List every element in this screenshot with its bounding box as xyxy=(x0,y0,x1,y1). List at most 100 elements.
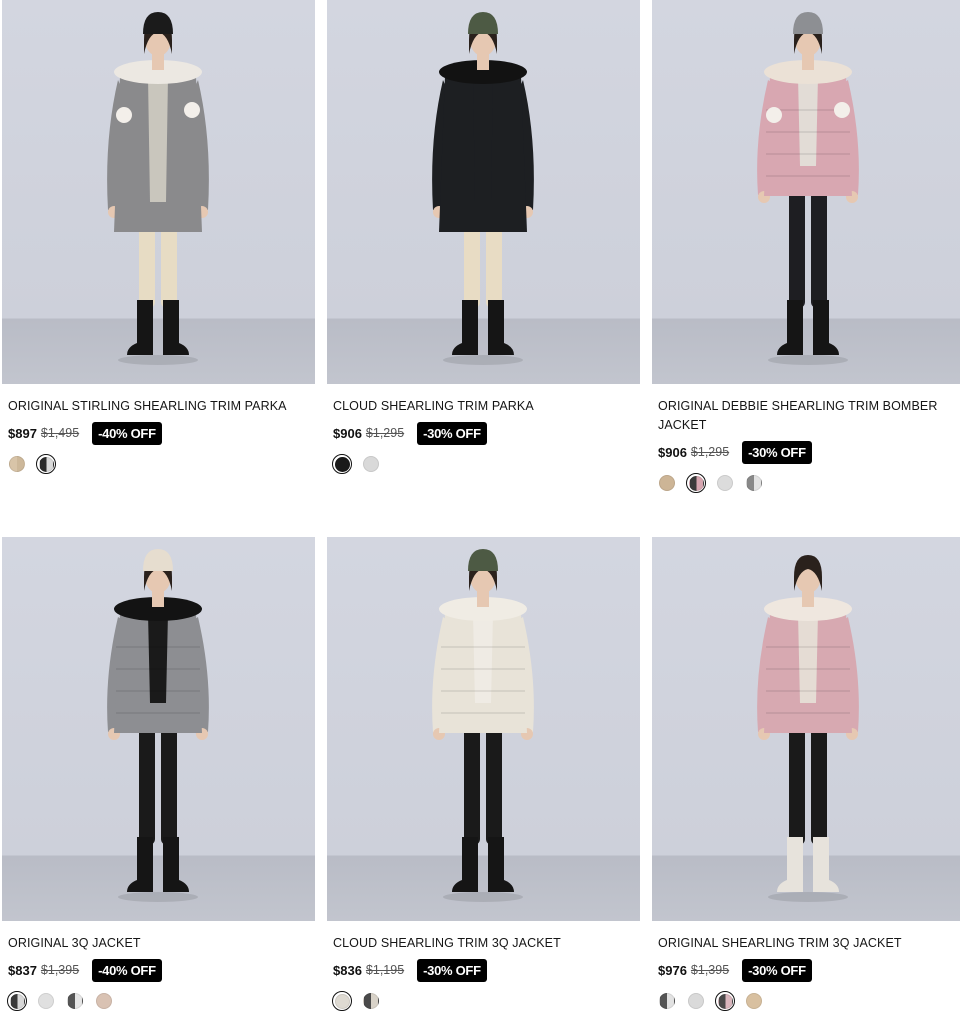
price-row: $837 $1,395 -40% OFF xyxy=(2,958,315,982)
swatch-color xyxy=(38,456,54,472)
swatch-color xyxy=(746,475,762,491)
product-name[interactable]: ORIGINAL STIRLING SHEARLING TRIM PARKA xyxy=(2,397,315,416)
right-boot xyxy=(488,837,514,892)
color-swatch[interactable] xyxy=(36,991,56,1011)
color-swatch[interactable] xyxy=(715,991,735,1011)
product-card[interactable]: CLOUD SHEARLING TRIM PARKA $906 $1,295 -… xyxy=(327,0,640,474)
left-leg xyxy=(789,186,805,308)
inner-layer xyxy=(798,613,818,703)
product-image[interactable] xyxy=(2,537,315,921)
swatch-color xyxy=(9,993,25,1009)
product-card[interactable]: CLOUD SHEARLING TRIM 3Q JACKET $836 $1,1… xyxy=(327,537,640,1011)
model-figure xyxy=(107,549,209,902)
sale-price: $837 xyxy=(8,962,37,978)
original-price: $1,395 xyxy=(690,963,730,977)
product-name[interactable]: CLOUD SHEARLING TRIM PARKA xyxy=(327,397,640,416)
inner-layer xyxy=(473,613,493,703)
swatch-color xyxy=(717,993,733,1009)
swatch-color xyxy=(334,456,350,472)
color-swatch[interactable] xyxy=(7,454,27,474)
swatch-color xyxy=(67,993,83,1009)
product-image[interactable] xyxy=(2,0,315,384)
original-price: $1,195 xyxy=(365,963,405,977)
hat xyxy=(143,12,173,34)
pom-pom xyxy=(116,107,132,123)
floor-shadow xyxy=(768,892,848,902)
price-row: $906 $1,295 -30% OFF xyxy=(652,440,960,464)
inner-layer xyxy=(148,613,168,703)
color-swatch[interactable] xyxy=(94,991,114,1011)
right-leg xyxy=(486,222,502,308)
color-swatch[interactable] xyxy=(36,454,56,474)
product-image[interactable] xyxy=(652,537,960,921)
floor-shadow xyxy=(443,892,523,902)
color-swatch[interactable] xyxy=(744,991,764,1011)
price-row: $976 $1,395 -30% OFF xyxy=(652,958,960,982)
model-figure xyxy=(757,12,859,365)
product-image[interactable] xyxy=(327,0,640,384)
product-card[interactable]: ORIGINAL DEBBIE SHEARLING TRIM BOMBER JA… xyxy=(652,0,960,493)
hat xyxy=(468,12,498,34)
color-swatch[interactable] xyxy=(7,991,27,1011)
swatch-color xyxy=(38,993,54,1009)
left-boot xyxy=(452,837,478,892)
left-leg xyxy=(139,222,155,308)
color-swatch[interactable] xyxy=(332,991,352,1011)
color-swatch[interactable] xyxy=(715,473,735,493)
product-image[interactable] xyxy=(652,0,960,384)
product-name[interactable]: ORIGINAL DEBBIE SHEARLING TRIM BOMBER JA… xyxy=(652,397,960,435)
product-card[interactable]: ORIGINAL 3Q JACKET $837 $1,395 -40% OFF xyxy=(2,537,315,1011)
price-row: $836 $1,195 -30% OFF xyxy=(327,958,640,982)
product-name[interactable]: ORIGINAL 3Q JACKET xyxy=(2,934,315,953)
swatch-color xyxy=(96,993,112,1009)
discount-badge: -30% OFF xyxy=(417,958,487,982)
hat xyxy=(793,12,823,34)
swatch-color xyxy=(746,993,762,1009)
color-swatches xyxy=(652,473,960,493)
left-leg xyxy=(464,222,480,308)
floor-shadow xyxy=(118,355,198,365)
inner-layer xyxy=(148,76,168,202)
product-card[interactable]: ORIGINAL SHEARLING TRIM 3Q JACKET $976 $… xyxy=(652,537,960,1011)
color-swatch[interactable] xyxy=(744,473,764,493)
left-leg xyxy=(139,723,155,845)
swatch-color xyxy=(363,993,379,1009)
color-swatches xyxy=(2,454,315,474)
right-boot xyxy=(163,837,189,892)
color-swatch[interactable] xyxy=(361,454,381,474)
color-swatch[interactable] xyxy=(65,991,85,1011)
color-swatch[interactable] xyxy=(657,473,677,493)
model-figure xyxy=(432,12,534,365)
right-boot xyxy=(813,837,839,892)
pom-pom xyxy=(184,102,200,118)
left-boot xyxy=(777,300,803,355)
pom-pom xyxy=(834,102,850,118)
product-image[interactable] xyxy=(327,537,640,921)
model-figure xyxy=(757,555,859,902)
left-boot xyxy=(452,300,478,355)
discount-badge: -40% OFF xyxy=(92,958,162,982)
original-price: $1,395 xyxy=(40,963,80,977)
swatch-color xyxy=(363,456,379,472)
swatch-color xyxy=(659,993,675,1009)
product-name[interactable]: ORIGINAL SHEARLING TRIM 3Q JACKET xyxy=(652,934,960,953)
color-swatch[interactable] xyxy=(657,991,677,1011)
original-price: $1,295 xyxy=(365,426,405,440)
color-swatch[interactable] xyxy=(686,473,706,493)
product-card[interactable]: ORIGINAL STIRLING SHEARLING TRIM PARKA $… xyxy=(2,0,315,474)
floor-shadow xyxy=(768,355,848,365)
color-swatch[interactable] xyxy=(361,991,381,1011)
swatch-color xyxy=(334,993,350,1009)
left-leg xyxy=(464,723,480,845)
product-name[interactable]: CLOUD SHEARLING TRIM 3Q JACKET xyxy=(327,934,640,953)
right-leg xyxy=(161,222,177,308)
left-boot xyxy=(777,837,803,892)
sale-price: $906 xyxy=(333,425,362,441)
right-boot xyxy=(813,300,839,355)
color-swatch[interactable] xyxy=(332,454,352,474)
color-swatch[interactable] xyxy=(686,991,706,1011)
swatch-color xyxy=(717,475,733,491)
left-boot xyxy=(127,837,153,892)
right-boot xyxy=(488,300,514,355)
discount-badge: -30% OFF xyxy=(742,958,812,982)
